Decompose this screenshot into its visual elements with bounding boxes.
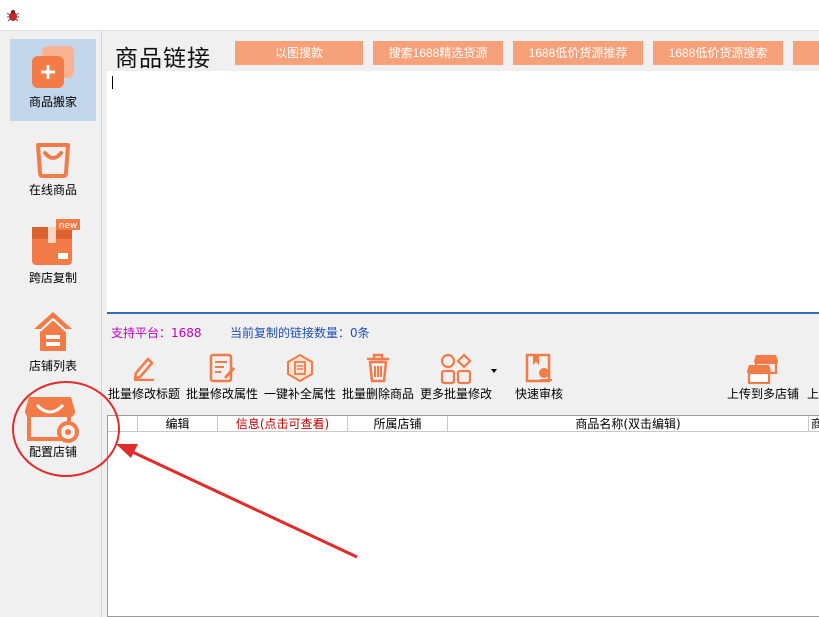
product-grid[interactable]: 编辑 信息(点击可查看) 所属店铺 商品名称(双击编辑) 商 xyxy=(107,415,819,617)
auto-complete-attributes-button[interactable]: 一键补全属性 xyxy=(262,353,338,403)
link-input-area[interactable] xyxy=(107,71,819,314)
sidebar-item-configure-store[interactable]: 配置店铺 xyxy=(10,389,96,471)
audit-icon xyxy=(525,353,552,383)
1688-low-price-search-button[interactable]: 1688低价货源搜索 xyxy=(653,41,783,65)
toolbar-label: 一键补全属性 xyxy=(263,387,336,401)
grid-header-cut[interactable]: 商 xyxy=(809,416,819,432)
page-title: 商品链接 xyxy=(115,46,211,72)
toolbar-label: 快速审核 xyxy=(514,387,563,401)
main-panel: 商品链接 以图搜款 搜索1688精选货源 1688低价货源推荐 1688低价货源… xyxy=(103,31,819,617)
sidebar-item-online-products[interactable]: 在线商品 xyxy=(10,127,96,209)
house-icon xyxy=(34,312,72,351)
sidebar-item-label: 在线商品 xyxy=(28,183,77,197)
more-batch-edit-button[interactable]: 更多批量修改 xyxy=(418,353,494,403)
more-top-button[interactable] xyxy=(793,41,819,65)
trash-icon xyxy=(367,353,389,383)
grid-header-store[interactable]: 所属店铺 xyxy=(348,416,448,432)
toolbar-label: 上传到多店铺 xyxy=(726,387,799,401)
sidebar-item-product-move[interactable]: 商品搬家 xyxy=(10,39,96,121)
title-bar xyxy=(0,0,819,31)
document-edit-icon xyxy=(209,353,235,383)
upload-multi-store-button[interactable]: 上传到多店铺 xyxy=(725,353,801,403)
sidebar-item-label: 店铺列表 xyxy=(28,359,77,373)
plus-square-icon xyxy=(32,46,74,88)
upload-cut-button[interactable]: 上 xyxy=(807,353,819,403)
search-1688-selected-button[interactable]: 搜索1688精选货源 xyxy=(373,41,503,65)
toolbar-label: 批量删除商品 xyxy=(341,387,414,401)
hexagon-doc-icon xyxy=(287,353,313,383)
quick-audit-button[interactable]: 快速审核 xyxy=(501,353,577,403)
toolbar-label: 批量修改标题 xyxy=(107,387,180,401)
sidebar-item-label: 配置店铺 xyxy=(28,445,77,459)
grid-header-select[interactable] xyxy=(108,416,138,432)
shop-gear-icon xyxy=(25,397,79,443)
sidebar: 商品搬家 在线商品 new 跨店复制 店铺列表 配置店铺 xyxy=(0,31,102,617)
sidebar-item-label: 跨店复制 xyxy=(28,271,77,285)
bug-app-icon xyxy=(6,10,20,22)
supported-platform-text: 支持平台：1688 xyxy=(111,326,202,340)
shopping-bag-icon xyxy=(36,143,70,178)
toolbar-label: 批量修改属性 xyxy=(185,387,258,401)
grid-header-info[interactable]: 信息(点击可查看) xyxy=(218,416,348,432)
sidebar-item-label: 商品搬家 xyxy=(28,95,77,109)
grid-header-edit[interactable]: 编辑 xyxy=(138,416,218,432)
grid-shapes-icon xyxy=(440,353,472,385)
batch-delete-products-button[interactable]: 批量删除商品 xyxy=(340,353,416,403)
box-new-icon: new xyxy=(32,219,80,265)
dropdown-arrow-icon[interactable] xyxy=(491,369,497,373)
search-by-image-button[interactable]: 以图搜款 xyxy=(235,41,363,65)
pencil-icon xyxy=(133,357,154,381)
batch-edit-attributes-button[interactable]: 批量修改属性 xyxy=(184,353,260,403)
batch-edit-title-button[interactable]: 批量修改标题 xyxy=(106,353,182,403)
multi-shop-upload-icon xyxy=(747,355,778,385)
sidebar-item-cross-store-copy[interactable]: new 跨店复制 xyxy=(10,215,96,297)
grid-header-product-name[interactable]: 商品名称(双击编辑) xyxy=(448,416,809,432)
text-caret xyxy=(112,76,113,89)
svg-text:new: new xyxy=(59,221,78,231)
toolbar-label: 更多批量修改 xyxy=(419,387,492,401)
grid-header: 编辑 信息(点击可查看) 所属店铺 商品名称(双击编辑) 商 xyxy=(108,416,819,432)
sidebar-item-store-list[interactable]: 店铺列表 xyxy=(10,303,96,385)
toolbar-label: 上 xyxy=(807,387,819,401)
link-count-text: 当前复制的链接数量：0条 xyxy=(230,326,370,340)
1688-low-price-recommend-button[interactable]: 1688低价货源推荐 xyxy=(513,41,643,65)
